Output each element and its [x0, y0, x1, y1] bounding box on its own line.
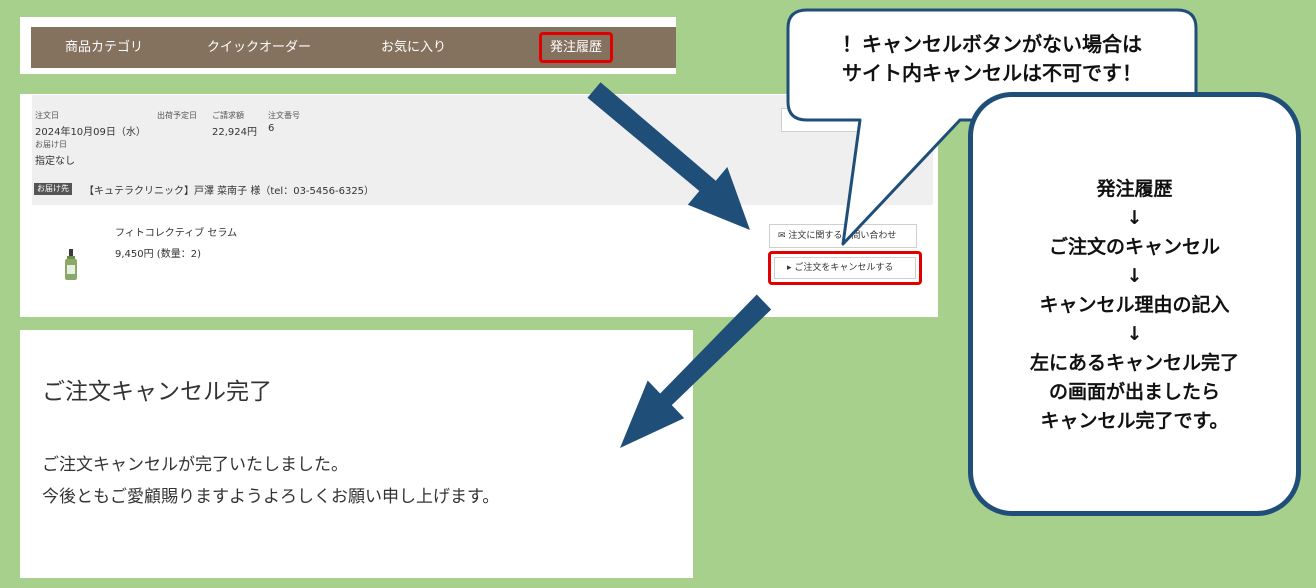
callout-text: ！キャンセルボタンがない場合は サイト内キャンセルは不可です！	[790, 30, 1194, 88]
step-complete-line1: 左にあるキャンセル完了	[1029, 352, 1239, 374]
down-arrow-icon: ↓	[1126, 265, 1143, 287]
step-cancel-order: ご注文のキャンセル	[1048, 236, 1220, 258]
down-arrow-icon: ↓	[1126, 207, 1143, 229]
steps-box: 発注履歴 ↓ ご注文のキャンセル ↓ キャンセル理由の記入 ↓ 左にあるキャンセ…	[968, 92, 1301, 516]
steps-list: 発注履歴 ↓ ご注文のキャンセル ↓ キャンセル理由の記入 ↓ 左にあるキャンセ…	[973, 175, 1296, 436]
step-cancel-reason: キャンセル理由の記入	[1039, 294, 1230, 316]
callout-line1: ！キャンセルボタンがない場合は	[842, 32, 1142, 56]
callout-line2: サイト内キャンセルは不可です！	[842, 61, 1142, 85]
step-order-history: 発注履歴	[1096, 178, 1173, 200]
arrow-down-right-icon	[587, 82, 750, 230]
step-complete-line2: の画面が出ましたら	[1048, 381, 1220, 403]
step-complete-line3: キャンセル完了です。	[1040, 410, 1229, 432]
down-arrow-icon: ↓	[1126, 323, 1143, 345]
arrow-down-left-icon	[620, 294, 772, 448]
